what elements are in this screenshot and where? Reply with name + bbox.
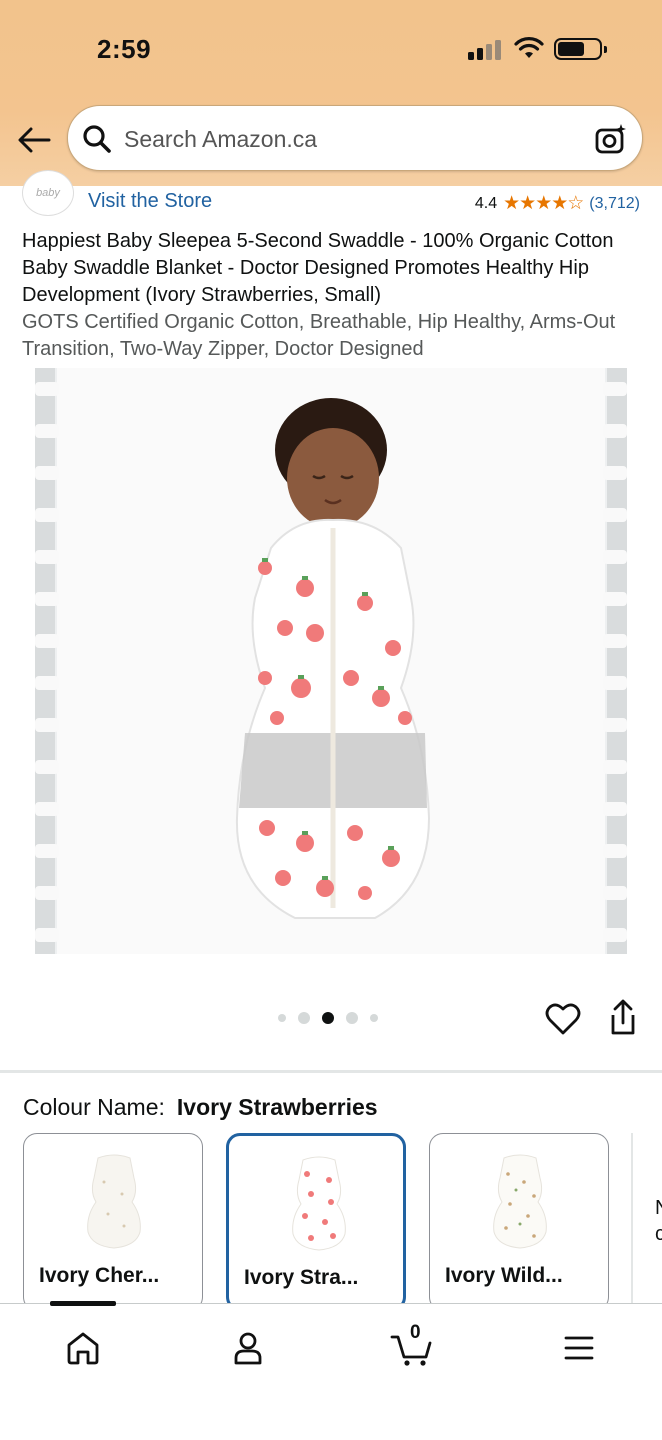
crib-slat [35,382,59,396]
colour-key: Colour Name: [23,1094,165,1120]
crib-slat [603,676,627,690]
nav-home[interactable] [61,1326,105,1370]
carousel-dot-active[interactable] [322,1012,334,1024]
crib-slat [603,718,627,732]
swatch-label: Ivory Wild... [445,1264,563,1287]
crib-slat [35,508,59,522]
next-peek-text: N c [655,1197,662,1245]
status-time: 2:59 [97,34,152,64]
rating-value: 4.4 [474,194,498,212]
crib-slat [35,760,59,774]
product-subtitle: GOTS Certified Organic Cotton, Breathabl… [22,311,616,360]
next-swatch-peek[interactable]: N c [655,1195,662,1247]
crib-slat [35,676,59,690]
swatch-thumbnail [87,1154,141,1249]
crib-slat [35,844,59,858]
colour-swatch-ivory-cherries[interactable]: Ivory Cher... [23,1133,203,1305]
menu-icon [564,1336,594,1360]
camera-search-icon[interactable] [594,122,628,156]
crib-slat [35,592,59,606]
crib-slat [35,886,59,900]
rating-summary[interactable]: 4.4 ★★★★☆ (3,712) [475,192,640,215]
nav-cart[interactable]: 0 [390,1322,434,1370]
crib-slat [35,466,59,480]
carousel-dot[interactable] [346,1012,358,1024]
crib-side-right [607,368,627,954]
cart-count: 0 [410,1322,421,1343]
crib-slat [603,802,627,816]
image-carousel-dots[interactable] [278,1011,378,1025]
wishlist-heart-icon[interactable] [545,1001,581,1037]
wifi-icon [514,37,544,58]
battery-icon [554,38,607,60]
store-row: baby Visit the Store 4.4 ★★★★☆ (3,712) [0,168,662,224]
crib-slat [35,802,59,816]
swaddled-baby-image [235,398,431,919]
crib-slat [35,634,59,648]
signal-icon [468,40,504,60]
product-page: 2:59 Search Amazon.ca baby Visit the Sto… [0,0,662,1440]
brand-logo[interactable]: baby [22,170,74,216]
rating-count[interactable]: (3,712) [589,195,640,213]
colour-swatch-ivory-strawberries[interactable]: Ivory Stra... [226,1133,406,1305]
crib-slat [35,718,59,732]
colour-swatch-list: Ivory Cher... Ivory Stra... Ivory Wild..… [23,1133,662,1305]
share-icon[interactable] [606,999,640,1037]
crib-slat [603,844,627,858]
star-rating-icon: ★★★★☆ [503,193,584,214]
crib-slat [35,424,59,438]
crib-slat [603,424,627,438]
status-icons [468,36,608,64]
swatch-thumbnail [493,1154,547,1249]
swatch-label: Ivory Stra... [244,1266,359,1289]
crib-slat [603,928,627,942]
colour-selected-value: Ivory Strawberries [176,1094,378,1120]
crib-slat [603,508,627,522]
swatch-thumbnail [292,1156,346,1251]
nav-account[interactable] [226,1326,270,1370]
product-title: Happiest Baby Sleepea 5-Second Swaddle -… [22,230,614,306]
home-icon [67,1332,99,1365]
crib-slat [35,928,59,942]
bottom-nav: 0 [0,1301,662,1440]
search-icon [83,125,111,153]
crib-slat [603,550,627,564]
carousel-dot[interactable] [298,1012,310,1024]
crib-slat [35,550,59,564]
swatch-divider [631,1133,633,1305]
colour-swatch-ivory-wildflowers[interactable]: Ivory Wild... [429,1133,609,1305]
account-icon [234,1332,262,1365]
active-tab-indicator [50,1301,116,1306]
search-bar[interactable] [67,105,643,171]
crib-slat [603,592,627,606]
visit-store-link[interactable]: Visit the Store [88,190,212,213]
carousel-dot[interactable] [278,1014,286,1022]
section-divider [0,1070,662,1073]
carousel-dot[interactable] [370,1014,378,1022]
crib-slat [603,466,627,480]
swatch-label: Ivory Cher... [39,1264,160,1287]
crib-slat [603,886,627,900]
back-button[interactable] [14,122,54,158]
product-image[interactable] [35,368,627,954]
crib-slat [603,634,627,648]
crib-slat [603,382,627,396]
nav-menu[interactable] [557,1326,601,1370]
colour-name-label: Colour Name: Ivory Strawberries [23,1094,378,1121]
search-input[interactable] [124,120,584,158]
back-arrow-icon [18,127,51,153]
crib-side-left [35,368,55,954]
app-header: 2:59 [0,0,662,186]
crib-slat [603,760,627,774]
